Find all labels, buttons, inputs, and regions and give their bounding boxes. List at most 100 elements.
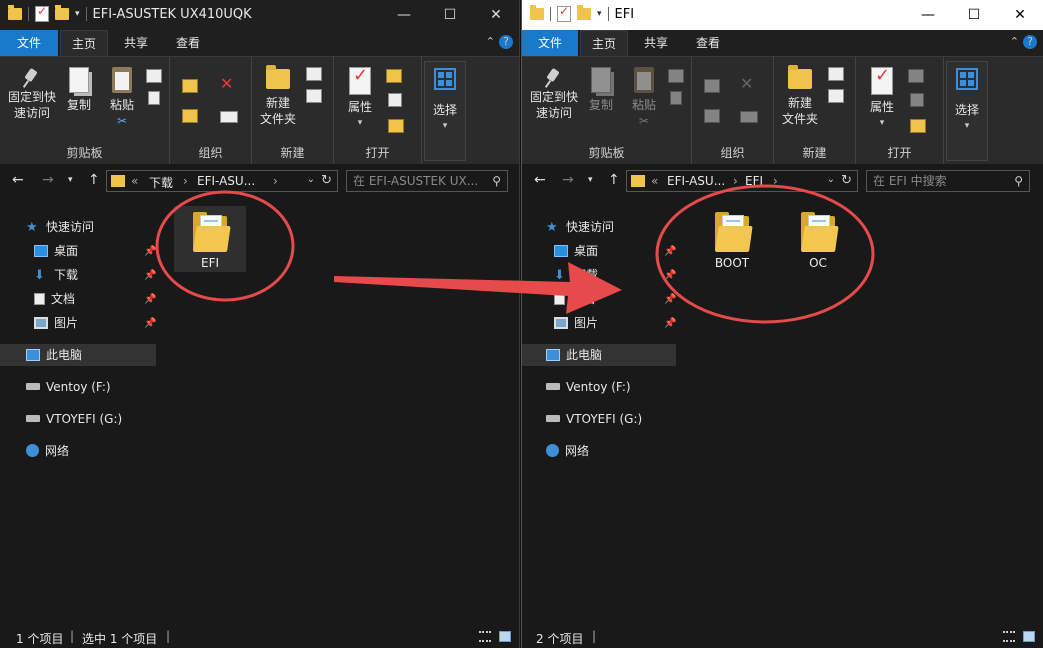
properties-icon[interactable] bbox=[557, 4, 571, 22]
nav-ventoy-drive[interactable]: Ventoy (F:) bbox=[546, 376, 631, 398]
nav-vtoyefi-drive[interactable]: VTOYEFI (G:) bbox=[546, 408, 642, 430]
tab-home[interactable]: 主页 bbox=[580, 30, 628, 56]
easy-access-icon[interactable] bbox=[828, 89, 844, 103]
maximize-button[interactable]: ☐ bbox=[427, 0, 473, 30]
recent-locations-icon[interactable]: ▾ bbox=[68, 175, 73, 185]
new-item-icon[interactable] bbox=[306, 67, 322, 81]
paste-shortcut-icon[interactable] bbox=[670, 91, 682, 105]
nav-network[interactable]: 网络 bbox=[26, 440, 69, 462]
history-icon[interactable] bbox=[388, 119, 404, 133]
pin-to-quick-access-button[interactable]: 固定到快 速访问 bbox=[526, 67, 582, 121]
nav-ventoy-drive[interactable]: Ventoy (F:) bbox=[26, 376, 111, 398]
open-icon[interactable] bbox=[386, 69, 402, 83]
copy-to-icon[interactable] bbox=[704, 109, 720, 123]
delete-icon[interactable]: ✕ bbox=[740, 76, 753, 92]
tab-share[interactable]: 共享 bbox=[112, 30, 160, 56]
nav-desktop[interactable]: 桌面 bbox=[34, 240, 78, 262]
refresh-icon[interactable]: ↻ bbox=[841, 173, 852, 188]
back-icon[interactable]: ← bbox=[12, 172, 24, 188]
recent-locations-icon[interactable]: ▾ bbox=[588, 175, 593, 185]
nav-quick-access[interactable]: ★ 快速访问 bbox=[26, 216, 94, 238]
help-icon[interactable]: ? bbox=[1023, 35, 1037, 49]
minimize-button[interactable]: — bbox=[381, 0, 427, 30]
forward-icon[interactable]: → bbox=[42, 172, 54, 188]
nav-network[interactable]: 网络 bbox=[546, 440, 589, 462]
nav-documents[interactable]: 文档 bbox=[34, 288, 75, 310]
search-icon[interactable]: ⚲ bbox=[492, 174, 501, 188]
search-box[interactable]: ⚲ bbox=[346, 170, 508, 192]
copy-path-icon[interactable] bbox=[668, 69, 684, 83]
paste-button[interactable]: 粘贴 ✂ bbox=[104, 67, 140, 129]
tab-file[interactable]: 文件 bbox=[0, 30, 58, 56]
nav-pictures[interactable]: 图片 bbox=[34, 312, 78, 334]
folder-item-oc[interactable]: OC bbox=[782, 206, 854, 272]
refresh-icon[interactable]: ↻ bbox=[321, 173, 332, 188]
nav-this-pc[interactable]: 此电脑 bbox=[522, 344, 676, 366]
breadcrumb-current[interactable]: EFI bbox=[745, 174, 763, 188]
move-to-icon[interactable] bbox=[182, 79, 198, 93]
forward-icon[interactable]: → bbox=[562, 172, 574, 188]
rename-icon[interactable] bbox=[220, 111, 238, 123]
breadcrumb-separator[interactable]: › bbox=[273, 174, 278, 188]
search-input[interactable] bbox=[353, 173, 481, 189]
edit-icon[interactable] bbox=[910, 93, 924, 107]
new-folder-icon[interactable] bbox=[577, 5, 591, 20]
up-icon[interactable]: ↑ bbox=[608, 172, 620, 188]
new-folder-button[interactable]: 新建 文件夹 bbox=[778, 65, 822, 127]
cut-icon[interactable]: ✂ bbox=[626, 113, 662, 129]
tab-home[interactable]: 主页 bbox=[60, 30, 108, 56]
properties-button[interactable]: 属性 ▾ bbox=[864, 67, 900, 131]
cut-icon[interactable]: ✂ bbox=[104, 113, 140, 129]
breadcrumb-parent[interactable]: EFI-ASU... bbox=[667, 174, 725, 188]
breadcrumb-separator[interactable]: › bbox=[733, 174, 738, 188]
details-view-icon[interactable] bbox=[479, 631, 491, 642]
nav-desktop[interactable]: 桌面 bbox=[554, 240, 598, 262]
minimize-button[interactable]: — bbox=[905, 0, 951, 30]
paste-shortcut-icon[interactable] bbox=[148, 91, 160, 105]
copy-button[interactable]: 复制 bbox=[584, 67, 618, 113]
search-icon[interactable]: ⚲ bbox=[1014, 174, 1023, 188]
edit-icon[interactable] bbox=[388, 93, 402, 107]
delete-icon[interactable]: ✕ bbox=[220, 76, 233, 92]
back-icon[interactable]: ← bbox=[534, 172, 546, 188]
close-button[interactable]: ✕ bbox=[997, 0, 1043, 30]
nav-this-pc[interactable]: 此电脑 bbox=[0, 344, 156, 366]
search-input[interactable] bbox=[873, 173, 1003, 189]
new-item-icon[interactable] bbox=[828, 67, 844, 81]
select-button[interactable]: 选择 ▾ bbox=[946, 61, 988, 161]
folder-item-boot[interactable]: BOOT bbox=[696, 206, 768, 272]
history-icon[interactable] bbox=[910, 119, 926, 133]
nav-documents[interactable]: 文档 bbox=[554, 288, 595, 310]
collapse-ribbon-icon[interactable]: ⌃ bbox=[1010, 35, 1019, 48]
nav-vtoyefi-drive[interactable]: VTOYEFI (G:) bbox=[26, 408, 122, 430]
rename-icon[interactable] bbox=[740, 111, 758, 123]
address-dropdown-icon[interactable]: ⌄ bbox=[827, 174, 835, 185]
copy-path-icon[interactable] bbox=[146, 69, 162, 83]
copy-button[interactable]: 复制 bbox=[62, 67, 96, 113]
pin-to-quick-access-button[interactable]: 固定到快 速访问 bbox=[4, 67, 60, 121]
up-icon[interactable]: ↑ bbox=[88, 172, 100, 188]
customize-toolbar-icon[interactable]: ▾ bbox=[597, 9, 602, 19]
address-dropdown-icon[interactable]: ⌄ bbox=[307, 174, 315, 185]
large-icons-view-icon[interactable] bbox=[1023, 631, 1035, 642]
nav-quick-access[interactable]: ★ 快速访问 bbox=[546, 216, 614, 238]
tab-file[interactable]: 文件 bbox=[522, 30, 578, 56]
address-input[interactable]: « 下载 › EFI-ASU... › ⌄ ↻ bbox=[106, 170, 338, 192]
copy-to-icon[interactable] bbox=[182, 109, 198, 123]
tab-view[interactable]: 查看 bbox=[164, 30, 212, 56]
tab-view[interactable]: 查看 bbox=[684, 30, 732, 56]
paste-button[interactable]: 粘贴 ✂ bbox=[626, 67, 662, 129]
move-to-icon[interactable] bbox=[704, 79, 720, 93]
nav-downloads[interactable]: ⬇ 下载 bbox=[554, 264, 598, 286]
select-button[interactable]: 选择 ▾ bbox=[424, 61, 466, 161]
crumb-overflow-icon[interactable]: « bbox=[131, 174, 138, 188]
nav-pictures[interactable]: 图片 bbox=[554, 312, 598, 334]
help-icon[interactable]: ? bbox=[499, 35, 513, 49]
maximize-button[interactable]: ☐ bbox=[951, 0, 997, 30]
address-input[interactable]: « EFI-ASU... › EFI › ⌄ ↻ bbox=[626, 170, 858, 192]
search-box[interactable]: ⚲ bbox=[866, 170, 1030, 192]
tab-share[interactable]: 共享 bbox=[632, 30, 680, 56]
breadcrumb-current[interactable]: EFI-ASU... bbox=[197, 174, 255, 188]
nav-downloads[interactable]: ⬇ 下载 bbox=[34, 264, 78, 286]
breadcrumb-downloads[interactable]: 下载 bbox=[149, 174, 173, 191]
